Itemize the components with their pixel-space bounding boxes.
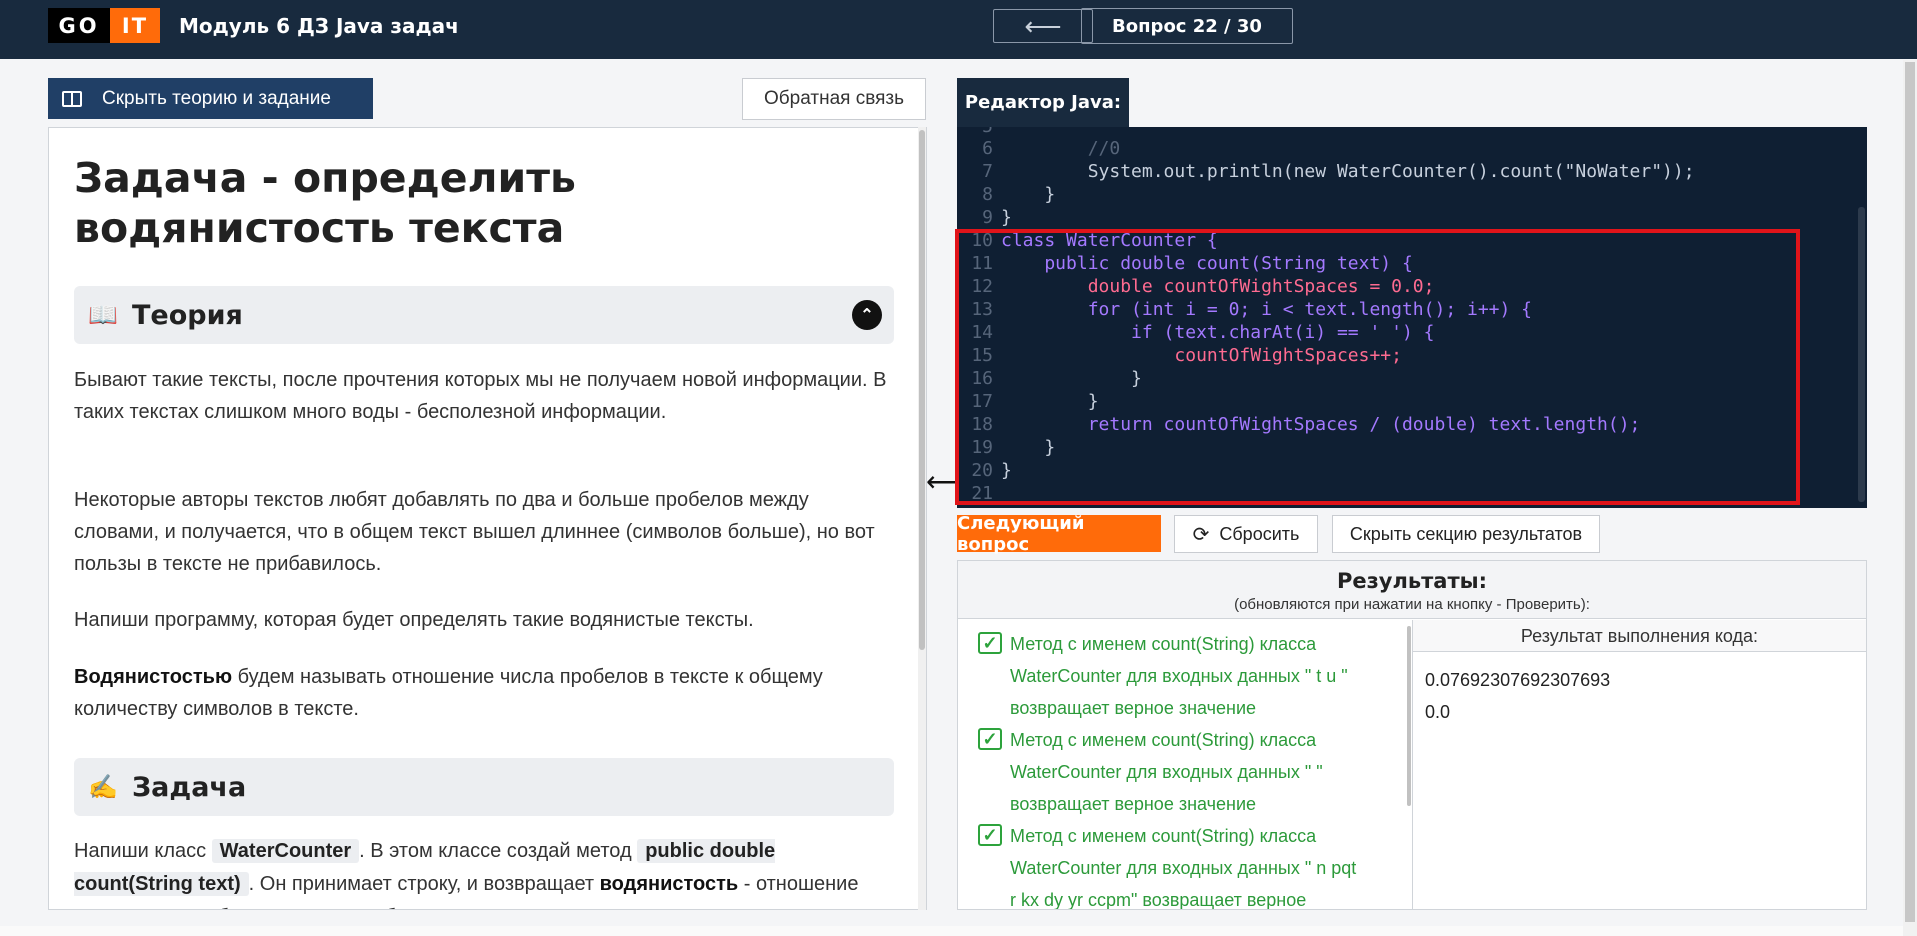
test-results-list[interactable]: ✓ Метод с именем count(String) класса Wa… (958, 620, 1411, 910)
hide-theory-label: Скрыть теорию и задание (102, 87, 331, 109)
test-line: Метод с именем count(String) класса (1010, 634, 1317, 654)
output-line: 0.0 (1425, 702, 1451, 722)
test-line: WaterCounter для входных данных " t u " (1010, 666, 1348, 686)
task-text-3: . Он принимает строку, и возвращает (248, 873, 595, 895)
test-result-item: ✓ Метод с именем count(String) класса Wa… (978, 724, 1398, 820)
test-results-scrollbar[interactable] (1407, 626, 1411, 806)
check-icon: ✓ (978, 632, 1002, 654)
line-number: 7 (982, 161, 993, 182)
definition-term: Водянистостью (74, 666, 233, 688)
check-icon: ✓ (978, 728, 1002, 750)
theory-section-header[interactable]: 📖 Теория ⌃ (74, 286, 894, 344)
code-line: 6 //0 (957, 137, 1120, 160)
test-result-text: Метод с именем count(String) класса Wate… (1010, 628, 1348, 724)
test-line: возвращает верное значение (1010, 698, 1257, 718)
test-line: возвращает верное значение (1010, 794, 1257, 814)
theory-paragraph-3: Напиши программу, которая будет определя… (74, 609, 754, 631)
chevron-up-icon[interactable]: ⌃ (852, 300, 882, 330)
results-title: Результаты: (1336, 569, 1488, 593)
test-line: Метод с именем count(String) класса (1010, 730, 1317, 750)
results-subtitle: (обновляются при нажатии на кнопку - Про… (1234, 596, 1590, 613)
feedback-button[interactable]: Обратная связь (742, 78, 926, 120)
next-question-button[interactable]: Следующий вопрос (957, 513, 1161, 555)
open-book-icon: 📖 (88, 301, 118, 329)
task-text-2: . В этом классе создай метод (359, 840, 632, 862)
goit-logo[interactable]: GO IT (48, 8, 160, 43)
task-section-title: Задача (132, 771, 247, 803)
question-counter: Вопрос 22 / 30 (1081, 8, 1293, 44)
test-line: WaterCounter для входных данных " " (1010, 762, 1323, 782)
code-output-panel: Результат выполнения кода: 0.07692307692… (1412, 620, 1866, 909)
test-result-text: Метод с именем count(String) класса Wate… (1010, 820, 1357, 910)
check-icon: ✓ (978, 824, 1002, 846)
editor-scrollbar[interactable] (1858, 207, 1865, 502)
theory-scrollbar-thumb[interactable] (919, 130, 925, 650)
bottom-strip (0, 926, 1903, 936)
writing-hand-icon: ✍ (88, 773, 118, 801)
class-name-code: WaterCounter (211, 839, 360, 863)
test-result-item: ✓ Метод с именем count(String) класса Wa… (978, 628, 1398, 724)
page-scrollbar-thumb[interactable] (1905, 62, 1915, 922)
task-text-1: Напиши класс (74, 840, 207, 862)
theory-section-title: Теория (132, 299, 243, 331)
test-result-item: ✓ Метод с именем count(String) класса Wa… (978, 820, 1398, 910)
line-number: 8 (982, 184, 993, 205)
task-section-header: ✍ Задача (74, 758, 894, 816)
line-number: 6 (982, 138, 993, 159)
code-text: } (1001, 184, 1056, 205)
code-text: } (1001, 207, 1012, 228)
task-description: Напиши класс WaterCounter. В этом классе… (74, 835, 894, 909)
logo-go: GO (48, 8, 110, 43)
reset-button[interactable]: ⟳ Сбросить (1174, 515, 1318, 553)
task-bold-term: водянистость (599, 873, 739, 895)
definition-paragraph: Водянистостью будем называть отношение ч… (74, 661, 894, 725)
highlight-annotation (955, 229, 1800, 505)
results-header: Результаты: (обновляются при нажатии на … (958, 561, 1866, 619)
top-bar: GO IT Модуль 6 ДЗ Java задач ⟵ Вопрос 22… (0, 0, 1917, 59)
module-title: Модуль 6 ДЗ Java задач (179, 14, 459, 38)
logo-it: IT (110, 8, 160, 43)
code-output-header: Результат выполнения кода: (1413, 620, 1866, 652)
code-text: System.out.println(new WaterCounter().co… (1001, 161, 1695, 182)
refresh-icon: ⟳ (1192, 523, 1210, 546)
theory-paragraph-2: Некоторые авторы текстов любят добавлять… (74, 489, 875, 575)
line-number: 9 (982, 207, 993, 228)
tab-java-editor[interactable]: Редактор Java: (957, 78, 1129, 127)
theory-paragraph-1: Бывают такие тексты, после прочтения кот… (74, 369, 887, 423)
results-panel: Результаты: (обновляются при нажатии на … (957, 560, 1867, 910)
test-line: Метод с именем count(String) класса (1010, 826, 1317, 846)
book-panel-icon (62, 90, 82, 107)
test-result-text: Метод с именем count(String) класса Wate… (1010, 724, 1323, 820)
test-line: WaterCounter для входных данных " n pqt (1010, 858, 1357, 878)
previous-question-button[interactable]: ⟵ (993, 9, 1093, 43)
task-title: Задача - определить водянистость текста (74, 154, 576, 252)
code-line: 9} (957, 206, 1012, 229)
code-line: 7 System.out.println(new WaterCounter().… (957, 160, 1695, 183)
theory-panel: Задача - определить водянистость текста … (48, 127, 927, 910)
output-line: 0.07692307692307693 (1425, 670, 1611, 690)
reset-label: Сбросить (1219, 523, 1300, 544)
arrow-left-icon: ⟵ (1024, 11, 1062, 41)
hide-theory-button[interactable]: Скрыть теорию и задание (48, 78, 373, 119)
hide-results-button[interactable]: Скрыть секцию результатов (1332, 515, 1600, 553)
code-line: 8 } (957, 183, 1055, 206)
code-text: //0 (1001, 138, 1121, 159)
test-line: r kx dy yr ccpm" возвращает верное (1010, 890, 1307, 910)
